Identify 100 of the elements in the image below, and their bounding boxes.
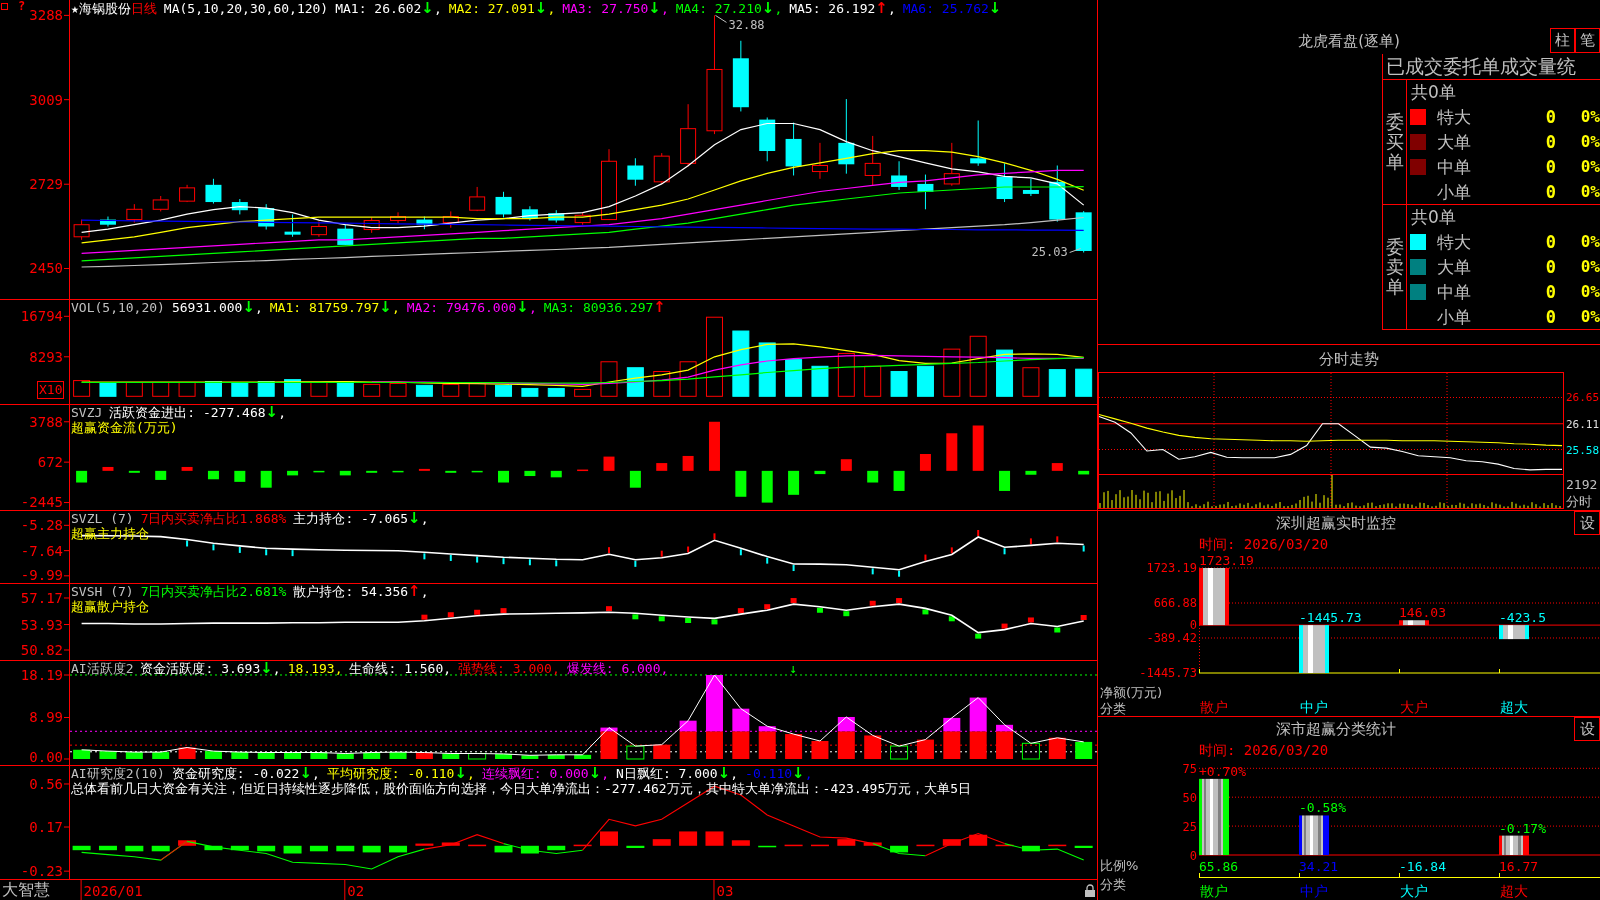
- volume-bar: [125, 382, 143, 397]
- research-bar: [600, 831, 618, 846]
- price-label: 25.03: [1031, 245, 1068, 260]
- research-bar: [626, 845, 645, 848]
- change-square-icon: [1080, 615, 1087, 620]
- lock-icon[interactable]: [1085, 884, 1095, 897]
- change-square-icon: [843, 611, 850, 617]
- change-tick-icon: [1056, 536, 1059, 543]
- order-count: 0: [1545, 256, 1556, 277]
- time-axis-label: 分时: [1566, 494, 1592, 509]
- brand-name: 大智慧: [1, 880, 51, 900]
- fund-flow-bar: [603, 456, 615, 471]
- activity-bar: [73, 749, 91, 759]
- order-percent: 0%: [1579, 231, 1600, 252]
- fund-flow-bar: [498, 470, 509, 483]
- axis-label: 18.19: [20, 667, 63, 683]
- axis-label: 0: [1189, 849, 1197, 863]
- legend-text: AI活跃度2: [71, 661, 134, 676]
- research-bar: [468, 844, 487, 847]
- research-bar: [547, 845, 566, 851]
- legend-text: MA5: 26.192↑,: [789, 1, 896, 16]
- axis-label: 25: [1182, 820, 1197, 835]
- volume-bar: [468, 382, 486, 397]
- candlestick: [205, 178, 222, 205]
- change-square-icon: [975, 633, 982, 639]
- unit-label[interactable]: X10: [37, 381, 65, 399]
- legend-text: MA3: 80936.297↑: [543, 300, 666, 315]
- fund-flow-bar: [471, 470, 483, 473]
- fund-flow-bar: [919, 454, 931, 471]
- order-size-label: 特大: [1437, 106, 1472, 127]
- candlestick: [1075, 210, 1092, 253]
- candlestick: [469, 186, 486, 212]
- research-bar: [679, 831, 698, 846]
- change-square-icon: [737, 608, 744, 614]
- view-toggle-button[interactable]: 柱: [1550, 28, 1575, 53]
- axis-label: 25.58: [1566, 443, 1600, 457]
- change-tick-icon: [212, 544, 215, 551]
- fund-flow-bar: [128, 470, 140, 473]
- change-tick-icon: [739, 549, 742, 556]
- candlestick: [337, 224, 354, 246]
- category-label: 中户: [1300, 883, 1328, 899]
- section-title: 深市超赢分类统计: [1276, 719, 1396, 739]
- settings-button[interactable]: 设: [1574, 717, 1600, 741]
- view-toggle-button[interactable]: 笔: [1575, 28, 1600, 53]
- candlestick: [284, 213, 301, 238]
- candlestick: [258, 203, 275, 231]
- research-bar: [494, 845, 513, 853]
- help-mark[interactable]: ?: [18, 0, 26, 12]
- fund-flow-bar: [1025, 470, 1037, 475]
- leader-line: [1069, 248, 1082, 253]
- square-icon[interactable]: [1, 3, 8, 10]
- fund-flow-bar: [629, 470, 641, 488]
- change-square-icon: [447, 612, 454, 618]
- research-bar: [389, 845, 408, 853]
- change-label: -0.58%: [1299, 800, 1346, 816]
- candlestick: [574, 211, 591, 226]
- change-square-icon: [790, 598, 797, 604]
- category-label: 散户: [1200, 883, 1228, 899]
- change-tick-icon: [476, 556, 479, 563]
- axis-label: 2450: [29, 260, 63, 277]
- axis-label: 3788: [29, 413, 63, 430]
- order-percent: 0%: [1579, 256, 1600, 277]
- axis-label: -389.42: [1146, 631, 1197, 645]
- activity-bar: [152, 752, 170, 759]
- order-count: 0: [1545, 306, 1556, 327]
- ratio-bar: [1299, 815, 1329, 855]
- time-label: 时间: 2026/03/20: [1199, 536, 1329, 552]
- change-square-icon: [711, 619, 718, 625]
- activity-bar: [1075, 741, 1093, 759]
- activity-bar: [99, 751, 117, 759]
- volume-bar: [679, 361, 697, 397]
- legend-text: MA2: 79476.000↓,: [406, 300, 537, 315]
- research-bar: [72, 845, 91, 851]
- candlestick: [680, 103, 697, 167]
- change-square-icon: [764, 604, 771, 610]
- value-label: -1445.73: [1299, 610, 1362, 626]
- fund-flow-bar: [445, 470, 457, 473]
- legend-text: 超赢资金流(万元): [71, 420, 178, 435]
- volume-bar: [890, 371, 908, 397]
- axis-label: 666.88: [1153, 596, 1197, 610]
- panel-title: 龙虎看盘(逐单): [1298, 30, 1400, 51]
- order-percent: 0%: [1579, 306, 1600, 327]
- order-size-label: 特大: [1437, 231, 1472, 252]
- legend-text: MA1: 26.602↓,: [335, 1, 442, 16]
- order-size-label: 小单: [1437, 306, 1472, 327]
- activity-bar: [495, 753, 512, 759]
- candlestick: [653, 152, 670, 185]
- volume-bar: [178, 382, 196, 397]
- axis-label: 53.93: [20, 616, 63, 633]
- change-square-icon: [1001, 623, 1008, 629]
- legend-text: N日飘红: 7.000↓,: [616, 766, 739, 781]
- candlestick: [864, 135, 881, 187]
- legend-text: 平均研究度: -0.110↓,: [326, 766, 475, 781]
- activity-bar: [415, 752, 433, 759]
- candlestick: [943, 142, 960, 187]
- settings-button[interactable]: 设: [1574, 511, 1600, 535]
- legend-text: MA4: 27.210↓,: [675, 1, 783, 16]
- volume-bar: [969, 335, 987, 397]
- research-bar: [863, 842, 882, 846]
- candlestick: [231, 198, 248, 215]
